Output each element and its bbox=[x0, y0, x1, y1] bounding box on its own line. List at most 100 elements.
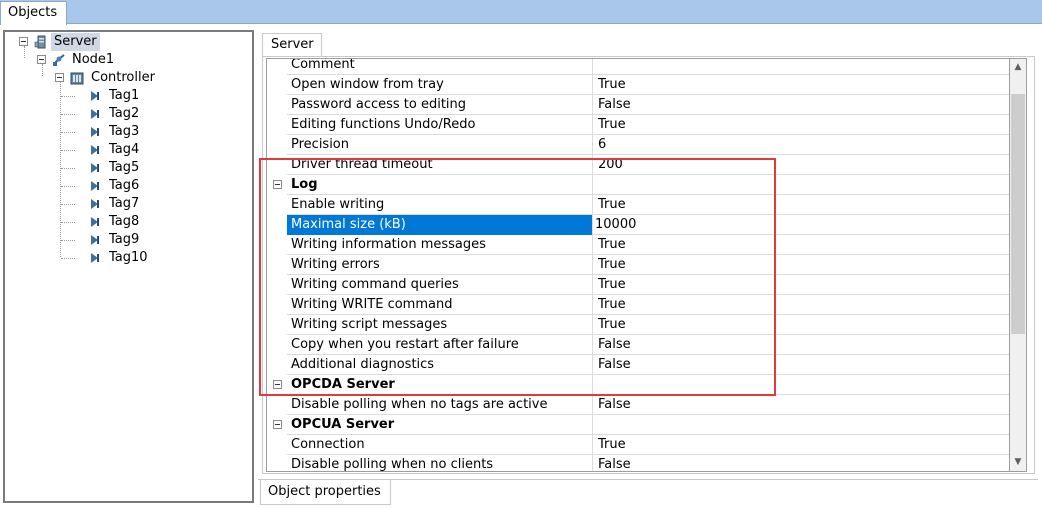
property-value[interactable]: True bbox=[593, 435, 1009, 455]
property-row[interactable]: Password access to editing False bbox=[267, 95, 1009, 115]
property-row[interactable]: Additional diagnostics False bbox=[267, 355, 1009, 375]
property-category-row[interactable]: OPCUA Server bbox=[267, 415, 1009, 435]
property-name: Disable polling when no tags are active bbox=[287, 395, 593, 415]
property-value bbox=[593, 375, 1009, 395]
property-row[interactable]: Maximal size (kB) 10000 bbox=[267, 215, 1009, 235]
property-value[interactable]: True bbox=[593, 115, 1009, 135]
collapse-icon[interactable] bbox=[273, 180, 282, 189]
tree-node-controller[interactable]: Controller bbox=[5, 69, 245, 87]
scroll-thumb[interactable] bbox=[1011, 94, 1025, 334]
property-row[interactable]: Precision 6 bbox=[267, 135, 1009, 155]
property-name: Disable polling when no clients bbox=[287, 455, 593, 471]
property-row[interactable]: Driver thread timeout 200 bbox=[267, 155, 1009, 175]
property-grid[interactable]: Comment Open window from tray True Password… bbox=[266, 58, 1010, 472]
collapse-icon[interactable] bbox=[273, 380, 282, 389]
tree-label: Tag7 bbox=[109, 196, 140, 211]
property-value[interactable]: True bbox=[593, 195, 1009, 215]
tree-node-tag[interactable]: Tag2 bbox=[5, 105, 245, 123]
tag-icon bbox=[91, 163, 99, 173]
tree-node-tag[interactable]: Tag4 bbox=[5, 141, 245, 159]
property-row[interactable]: Disable polling when no clients False bbox=[267, 455, 1009, 471]
property-name: Password access to editing bbox=[287, 95, 593, 115]
tree-node-tag[interactable]: Tag6 bbox=[5, 177, 245, 195]
tree-node-tag[interactable]: Tag3 bbox=[5, 123, 245, 141]
vertical-scrollbar[interactable]: ▲ ▼ bbox=[1010, 58, 1027, 472]
property-category-row[interactable]: Log bbox=[267, 175, 1009, 195]
collapse-icon[interactable] bbox=[37, 55, 46, 64]
property-value[interactable]: True bbox=[593, 295, 1009, 315]
tree-node-node1[interactable]: Node1 bbox=[5, 51, 245, 69]
tree-node-tag[interactable]: Tag7 bbox=[5, 195, 245, 213]
property-row[interactable]: Writing errors True bbox=[267, 255, 1009, 275]
row-gutter bbox=[267, 75, 287, 95]
property-value[interactable]: True bbox=[593, 275, 1009, 295]
tree-label: Tag2 bbox=[109, 106, 140, 121]
row-gutter bbox=[267, 115, 287, 135]
property-row[interactable]: Open window from tray True bbox=[267, 75, 1009, 95]
tree-label: Node1 bbox=[72, 52, 115, 67]
object-tree[interactable]: Server Node1 Controller Tag1 Tag2 Tag3 T… bbox=[3, 30, 254, 503]
row-gutter bbox=[267, 355, 287, 375]
property-row[interactable]: Disable polling when no tags are active F… bbox=[267, 395, 1009, 415]
tree-label: Tag8 bbox=[109, 214, 140, 229]
row-gutter bbox=[267, 435, 287, 455]
property-name: Log bbox=[287, 175, 593, 195]
tree-node-tag[interactable]: Tag10 bbox=[5, 249, 245, 267]
tab-server[interactable]: Server bbox=[262, 33, 322, 57]
property-row[interactable]: Editing functions Undo/Redo True bbox=[267, 115, 1009, 135]
property-value[interactable]: 6 bbox=[593, 135, 1009, 155]
property-value[interactable]: 200 bbox=[593, 155, 1009, 175]
property-value[interactable] bbox=[593, 59, 1009, 75]
property-name: Writing script messages bbox=[287, 315, 593, 335]
property-value[interactable]: 10000 bbox=[593, 215, 1009, 235]
row-gutter bbox=[267, 375, 287, 395]
tab-object-properties[interactable]: Object properties bbox=[260, 480, 391, 505]
collapse-icon[interactable] bbox=[273, 420, 282, 429]
tag-icon bbox=[91, 109, 99, 119]
property-row[interactable]: Comment bbox=[267, 59, 1009, 75]
property-value[interactable]: True bbox=[593, 315, 1009, 335]
server-icon bbox=[34, 35, 46, 49]
property-value[interactable]: False bbox=[593, 395, 1009, 415]
property-value[interactable]: False bbox=[593, 355, 1009, 375]
tree-label: Tag10 bbox=[109, 250, 148, 265]
row-gutter bbox=[267, 175, 287, 195]
property-name: Driver thread timeout bbox=[287, 155, 593, 175]
property-row[interactable]: Writing command queries True bbox=[267, 275, 1009, 295]
property-row[interactable]: Connection True bbox=[267, 435, 1009, 455]
tree-label: Tag6 bbox=[109, 178, 140, 193]
tag-icon bbox=[91, 217, 99, 227]
tree-node-tag[interactable]: Tag5 bbox=[5, 159, 245, 177]
controller-icon bbox=[70, 72, 84, 85]
property-row[interactable]: Enable writing True bbox=[267, 195, 1009, 215]
property-value[interactable]: False bbox=[593, 95, 1009, 115]
row-gutter bbox=[267, 295, 287, 315]
collapse-icon[interactable] bbox=[55, 73, 64, 82]
property-name: Writing information messages bbox=[287, 235, 593, 255]
row-gutter bbox=[267, 315, 287, 335]
property-value[interactable]: True bbox=[593, 235, 1009, 255]
property-category-row[interactable]: OPCDA Server bbox=[267, 375, 1009, 395]
property-row[interactable]: Copy when you restart after failure False bbox=[267, 335, 1009, 355]
row-gutter bbox=[267, 255, 287, 275]
scroll-down-arrow-icon[interactable]: ▼ bbox=[1010, 454, 1026, 471]
tree-node-tag[interactable]: Tag1 bbox=[5, 87, 245, 105]
tree-label: Tag9 bbox=[109, 232, 140, 247]
property-value[interactable]: False bbox=[593, 335, 1009, 355]
tab-objects[interactable]: Objects bbox=[0, 1, 67, 25]
collapse-icon[interactable] bbox=[19, 37, 28, 46]
property-value[interactable]: True bbox=[593, 75, 1009, 95]
property-row[interactable]: Writing information messages True bbox=[267, 235, 1009, 255]
scroll-up-arrow-icon[interactable]: ▲ bbox=[1010, 59, 1026, 76]
property-name: Precision bbox=[287, 135, 593, 155]
tree-node-tag[interactable]: Tag8 bbox=[5, 213, 245, 231]
property-row[interactable]: Writing script messages True bbox=[267, 315, 1009, 335]
property-value[interactable]: False bbox=[593, 455, 1009, 471]
tree-label: Server bbox=[51, 33, 100, 51]
tag-icon bbox=[91, 91, 99, 101]
tree-node-server[interactable]: Server bbox=[5, 33, 245, 51]
property-row[interactable]: Writing WRITE command True bbox=[267, 295, 1009, 315]
property-value[interactable]: True bbox=[593, 255, 1009, 275]
tree-node-tag[interactable]: Tag9 bbox=[5, 231, 245, 249]
property-name: Connection bbox=[287, 435, 593, 455]
